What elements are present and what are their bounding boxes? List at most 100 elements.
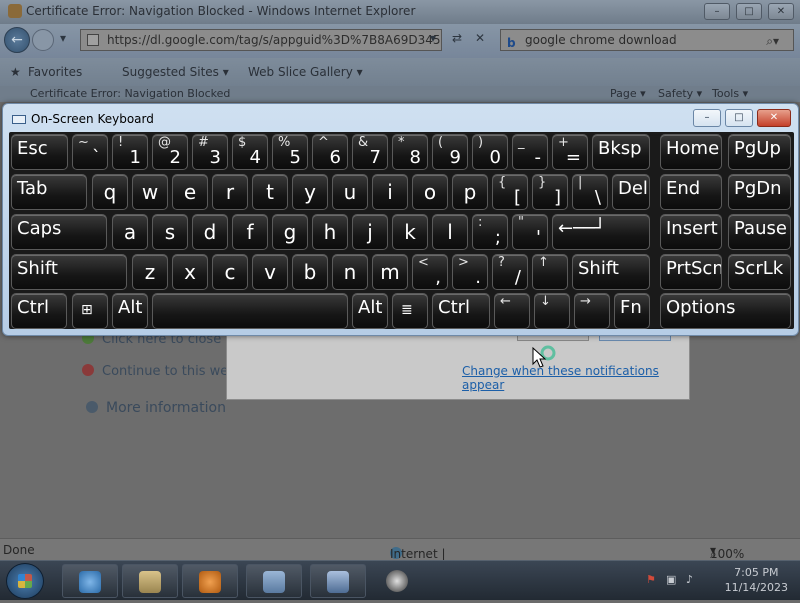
key-right-alt[interactable]: Alt	[352, 293, 388, 329]
key-left-bracket[interactable]: {[	[492, 174, 528, 210]
key-n[interactable]: n	[332, 254, 368, 290]
key-m[interactable]: m	[372, 254, 408, 290]
refresh-icon[interactable]: ⇄	[452, 31, 462, 45]
key-enter[interactable]: ←──┘	[552, 214, 650, 250]
key-quote[interactable]: " '	[512, 214, 548, 250]
key-3[interactable]: #3	[192, 134, 228, 170]
zoom-level[interactable]: ⌕ 100% ▾	[710, 543, 744, 561]
key-f[interactable]: f	[232, 214, 268, 250]
search-box[interactable]: b google chrome download ⌕▾	[500, 29, 794, 51]
key-pgdn[interactable]: PgDn	[728, 174, 791, 210]
taskbar-setup[interactable]	[310, 564, 366, 598]
search-input[interactable]: google chrome download	[525, 33, 677, 47]
key-right-ctrl[interactable]: Ctrl	[432, 293, 490, 329]
key-equals[interactable]: + =	[552, 134, 588, 170]
tab-certificate-error[interactable]: Certificate Error: Navigation Blocked	[30, 87, 230, 100]
key-right-arrow[interactable]: →	[574, 293, 610, 329]
key-pgup[interactable]: PgUp	[728, 134, 791, 170]
key-v[interactable]: v	[252, 254, 288, 290]
key-i[interactable]: i	[372, 174, 408, 210]
key-pause[interactable]: Pause	[728, 214, 791, 250]
key-windows[interactable]: ⊞	[72, 293, 108, 329]
key-slash[interactable]: ? /	[492, 254, 528, 290]
key-g[interactable]: g	[272, 214, 308, 250]
notification-settings-link[interactable]: Change when these notifications appear	[462, 364, 689, 392]
history-dropdown-icon[interactable]: ▾	[60, 31, 66, 45]
page-menu[interactable]: Page ▾	[610, 87, 646, 100]
key-9[interactable]: (9	[432, 134, 468, 170]
key-left-shift[interactable]: Shift	[11, 254, 127, 290]
key-2[interactable]: @2	[152, 134, 188, 170]
key-end[interactable]: End	[660, 174, 722, 210]
key-right-bracket[interactable]: }]	[532, 174, 568, 210]
continue-option[interactable]: Continue to this web	[82, 364, 237, 379]
key-u[interactable]: u	[332, 174, 368, 210]
key-z[interactable]: z	[132, 254, 168, 290]
taskbar-internet-explorer[interactable]	[62, 564, 118, 598]
key-h[interactable]: h	[312, 214, 348, 250]
key-t[interactable]: t	[252, 174, 288, 210]
key-l[interactable]: l	[432, 214, 468, 250]
key-del[interactable]: Del	[612, 174, 650, 210]
key-4[interactable]: $4	[232, 134, 268, 170]
minimize-button[interactable]: –	[704, 3, 730, 20]
key-esc[interactable]: Esc	[11, 134, 68, 170]
clock[interactable]: 7:05 PM 11/14/2023	[725, 565, 788, 595]
key-k[interactable]: k	[392, 214, 428, 250]
key-e[interactable]: e	[172, 174, 208, 210]
web-slice-gallery-link[interactable]: Web Slice Gallery ▾	[248, 65, 363, 79]
key-prtscn[interactable]: PrtScn	[660, 254, 722, 290]
taskbar-explorer[interactable]	[122, 564, 178, 598]
key-0[interactable]: ) 0	[472, 134, 508, 170]
back-button[interactable]: ←	[4, 27, 30, 53]
key-1[interactable]: ! 1	[112, 134, 148, 170]
key-home[interactable]: Home	[660, 134, 722, 170]
key-left-ctrl[interactable]: Ctrl	[11, 293, 67, 329]
suggested-sites-link[interactable]: Suggested Sites ▾	[122, 65, 229, 79]
favorites-button[interactable]: Favorites	[28, 65, 82, 79]
address-bar[interactable]: https://dl.google.com/tag/s/appguid%3D%7…	[80, 29, 442, 51]
close-button[interactable]: ✕	[768, 3, 794, 20]
key-y[interactable]: y	[292, 174, 328, 210]
key-semicolon[interactable]: :;	[472, 214, 508, 250]
osk-close-button[interactable]: ✕	[757, 109, 791, 127]
key-c[interactable]: c	[212, 254, 248, 290]
maximize-button[interactable]: □	[736, 3, 762, 20]
key-left-alt[interactable]: Alt	[112, 293, 148, 329]
key-insert[interactable]: Insert	[660, 214, 722, 250]
key-backspace[interactable]: Bksp	[592, 134, 650, 170]
key-down-arrow[interactable]: ↓	[534, 293, 570, 329]
key-left-arrow[interactable]: ←	[494, 293, 530, 329]
search-icon[interactable]: ⌕▾	[766, 31, 779, 51]
action-center-icon[interactable]: ⚑	[646, 573, 656, 586]
osk-minimize-button[interactable]: –	[693, 109, 721, 127]
key-backslash[interactable]: | \	[572, 174, 608, 210]
key-w[interactable]: w	[132, 174, 168, 210]
key-up-arrow[interactable]: ↑	[532, 254, 568, 290]
key-r[interactable]: r	[212, 174, 248, 210]
network-icon[interactable]: ▣	[666, 573, 676, 586]
taskbar-on-screen-keyboard[interactable]	[246, 564, 302, 598]
key-tab[interactable]: Tab	[11, 174, 87, 210]
key-options[interactable]: Options	[660, 293, 791, 329]
key-backtick[interactable]: ~ `	[72, 134, 108, 170]
key-6[interactable]: ^ 6	[312, 134, 348, 170]
key-s[interactable]: s	[152, 214, 188, 250]
address-dropdown-icon[interactable]: ▾	[430, 31, 436, 45]
key-minus[interactable]: _ -	[512, 134, 548, 170]
key-caps[interactable]: Caps	[11, 214, 107, 250]
key-7[interactable]: & 7	[352, 134, 388, 170]
start-button[interactable]	[6, 563, 44, 599]
taskbar-media-player[interactable]	[182, 564, 238, 598]
taskbar-raccoon-app[interactable]	[370, 564, 426, 598]
forward-button[interactable]	[32, 29, 54, 51]
key-x[interactable]: x	[172, 254, 208, 290]
key-menu[interactable]: ≣	[392, 293, 428, 329]
volume-icon[interactable]: ♪	[686, 573, 693, 586]
key-right-shift[interactable]: Shift	[572, 254, 650, 290]
key-5[interactable]: % 5	[272, 134, 308, 170]
key-o[interactable]: o	[412, 174, 448, 210]
key-p[interactable]: p	[452, 174, 488, 210]
key-comma[interactable]: <,	[412, 254, 448, 290]
key-scrlk[interactable]: ScrLk	[728, 254, 791, 290]
